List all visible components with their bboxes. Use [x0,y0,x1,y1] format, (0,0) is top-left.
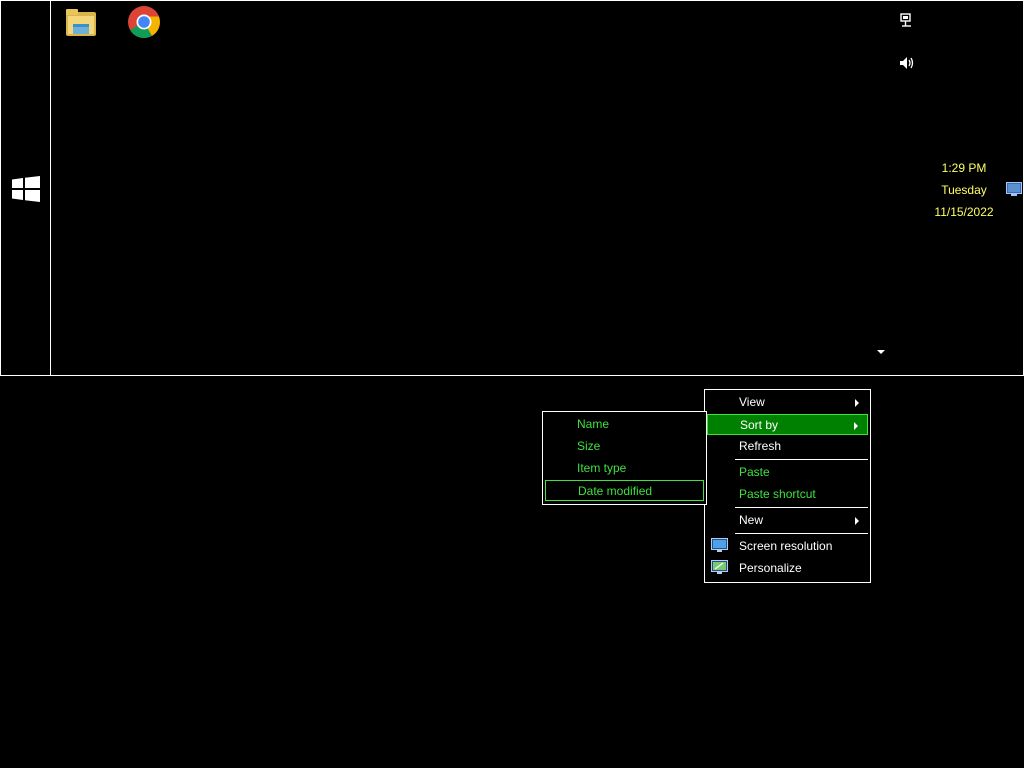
menu-item-sort-by-label: Sort by [740,418,779,432]
sort-item-item-type[interactable]: Item type [545,458,704,479]
monitor-icon [711,538,728,552]
menu-separator [735,533,868,534]
menu-item-new[interactable]: New [707,510,868,531]
show-desktop-icon[interactable] [1006,182,1022,196]
file-explorer-folder-icon[interactable] [64,5,98,39]
sort-item-name-label: Name [577,417,610,431]
start-column [1,1,51,375]
menu-item-paste-shortcut-label: Paste shortcut [739,487,816,501]
sort-by-submenu: Name Size Item type Date modified [542,411,707,505]
chrome-icon[interactable] [127,5,161,39]
menu-separator [735,459,868,460]
personalize-monitor-icon [711,560,728,574]
menu-item-paste-label: Paste [739,465,770,479]
sort-item-size-label: Size [577,439,601,453]
menu-item-personalize[interactable]: Personalize [707,558,868,579]
windows-start-icon[interactable] [12,176,40,202]
menu-item-screen-resolution-label: Screen resolution [739,539,833,553]
submenu-arrow-icon [855,399,859,407]
sort-item-size[interactable]: Size [545,436,704,457]
clock-time: 1:29 PM [941,161,987,175]
menu-item-refresh[interactable]: Refresh [707,436,868,457]
sort-item-name[interactable]: Name [545,414,704,435]
sort-item-date-modified-label: Date modified [578,484,653,498]
clock-date: 11/15/2022 [934,205,994,219]
menu-item-view-label: View [739,395,765,409]
clock[interactable]: 1:29 PM Tuesday 11/15/2022 [926,157,1002,223]
menu-item-paste[interactable]: Paste [707,462,868,483]
menu-item-paste-shortcut[interactable]: Paste shortcut [707,484,868,505]
sort-item-date-modified[interactable]: Date modified [545,480,704,501]
speaker-icon[interactable] [899,55,915,71]
tray-overflow-chevron-icon[interactable] [877,350,885,354]
desktop-context-menu: View Sort by Refresh Paste Paste shortcu… [704,389,871,583]
clock-day: Tuesday [941,183,987,197]
sort-item-item-type-label: Item type [577,461,627,475]
submenu-arrow-icon [854,422,858,430]
submenu-arrow-icon [855,517,859,525]
menu-item-sort-by[interactable]: Sort by [707,414,868,435]
menu-item-view[interactable]: View [707,392,868,413]
menu-item-new-label: New [739,513,764,527]
network-icon[interactable] [899,13,915,29]
menu-separator [735,507,868,508]
menu-item-personalize-label: Personalize [739,561,802,575]
menu-item-refresh-label: Refresh [739,439,782,453]
taskbar: 1:29 PM Tuesday 11/15/2022 [0,0,1024,376]
menu-item-screen-resolution[interactable]: Screen resolution [707,536,868,557]
